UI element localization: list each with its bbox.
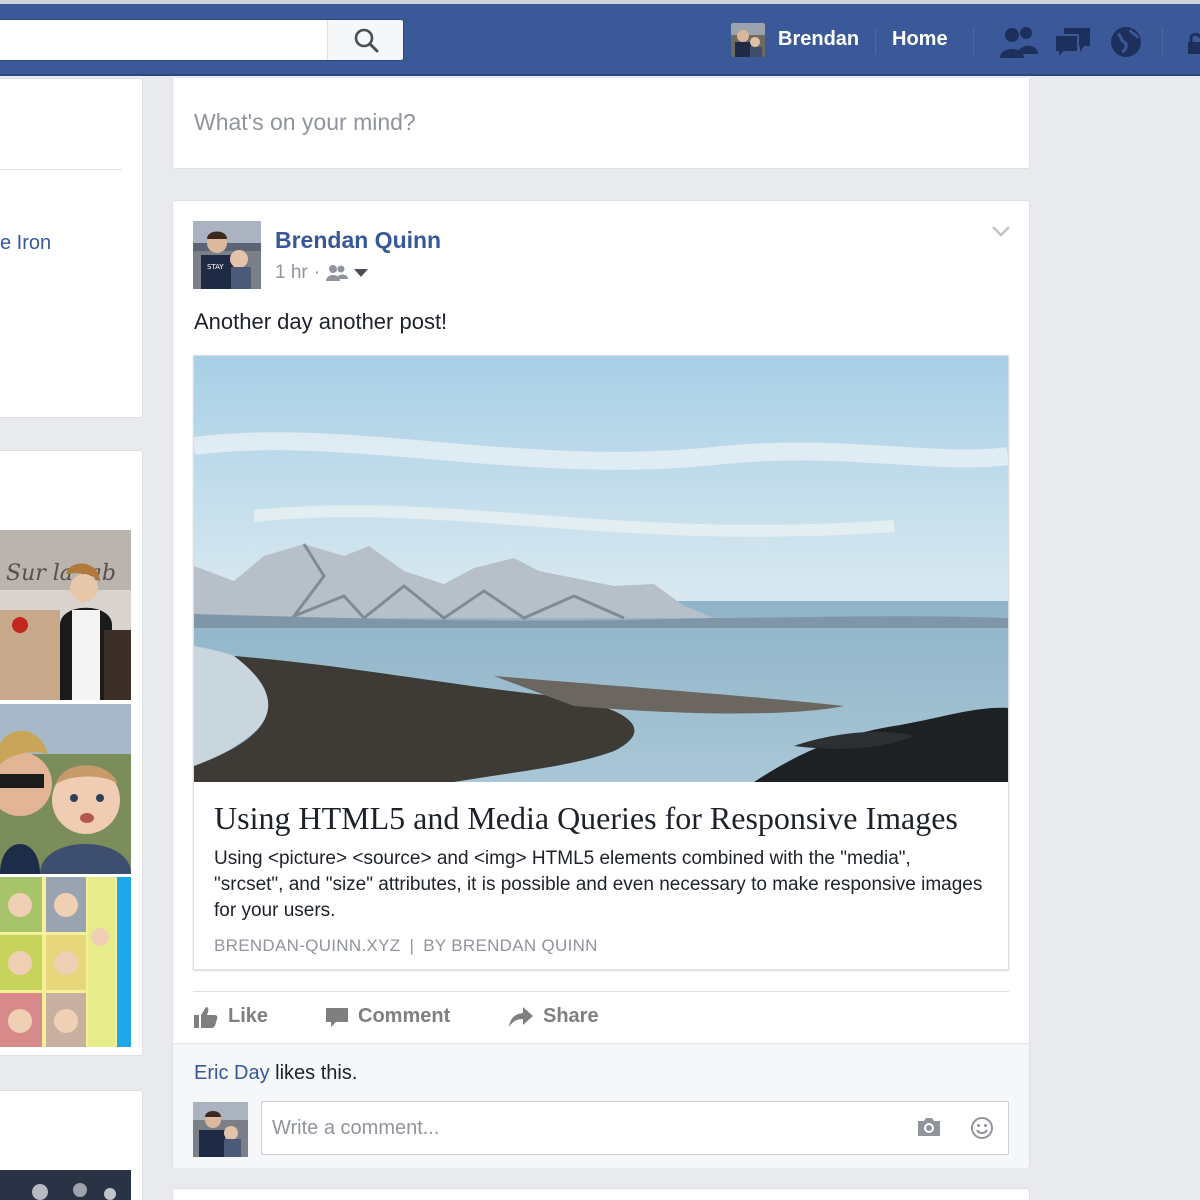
search-icon xyxy=(354,28,378,53)
thumbs-up-icon xyxy=(194,1006,218,1028)
chevron-down-icon[interactable] xyxy=(991,225,1011,239)
photo-thumbnail[interactable] xyxy=(0,1170,131,1200)
link-description: Using <picture> <source> and <img> HTML5… xyxy=(214,848,983,921)
photo-thumbnail[interactable] xyxy=(0,704,131,874)
shared-link-card[interactable]: Using HTML5 and Media Queries for Respon… xyxy=(193,355,1009,970)
nav-home-link[interactable]: Home xyxy=(892,28,948,51)
link-byline: BY BRENDAN QUINN xyxy=(423,936,598,955)
left-card-link[interactable]: e Iron xyxy=(0,232,51,255)
share-label: Share xyxy=(543,1005,599,1027)
likes-suffix: likes this. xyxy=(269,1062,358,1084)
post-meta: 1 hr · xyxy=(275,262,369,284)
post-message: Another day another post! xyxy=(194,309,448,334)
photo-thumbnail[interactable] xyxy=(0,877,131,1047)
emoji-icon[interactable] xyxy=(970,1116,994,1140)
nav-avatar[interactable] xyxy=(731,23,765,57)
comment-bubble-icon xyxy=(326,1007,348,1027)
search-input[interactable] xyxy=(0,20,326,60)
audience-dropdown-icon[interactable] xyxy=(354,268,369,278)
post-feedback-area: Eric Day likes this. xyxy=(173,1043,1029,1168)
nav-separator xyxy=(973,28,974,54)
feed-post: STAY Brendan Quinn 1 hr · Another day an… xyxy=(172,200,1030,1168)
search-button[interactable] xyxy=(327,20,403,60)
liker-name-link[interactable]: Eric Day xyxy=(194,1062,270,1084)
comment-input[interactable] xyxy=(262,1102,902,1154)
comment-composer xyxy=(261,1101,1009,1155)
camera-icon[interactable] xyxy=(916,1116,942,1138)
link-source: BRENDAN-QUINN.XYZ | BY BRENDAN QUINN xyxy=(214,936,598,956)
likes-summary: Eric Day likes this. xyxy=(194,1062,357,1085)
link-title[interactable]: Using HTML5 and Media Queries for Respon… xyxy=(214,800,958,837)
nav-separator xyxy=(875,28,876,54)
post-author-avatar[interactable]: STAY xyxy=(193,221,261,289)
nav-separator xyxy=(1162,28,1163,54)
audience-friends-icon[interactable] xyxy=(326,264,349,282)
top-navigation-bar: Brendan Home xyxy=(0,0,1200,76)
messages-icon[interactable] xyxy=(1052,24,1094,60)
left-card-divider xyxy=(0,169,122,170)
link-domain: BRENDAN-QUINN.XYZ xyxy=(214,936,401,955)
status-composer[interactable]: What's on your mind? xyxy=(172,78,1030,169)
notifications-globe-icon[interactable] xyxy=(1108,24,1144,60)
comment-button[interactable]: Comment xyxy=(326,1005,450,1028)
nav-profile-link[interactable]: Brendan xyxy=(778,28,859,51)
comment-label: Comment xyxy=(358,1005,451,1027)
link-domain-separator: | xyxy=(409,936,415,955)
svg-text:STAY: STAY xyxy=(207,263,224,271)
link-preview-image[interactable] xyxy=(194,356,1008,782)
like-label: Like xyxy=(228,1005,269,1027)
share-arrow-icon xyxy=(509,1006,533,1027)
next-feed-post xyxy=(172,1188,1030,1200)
post-timestamp[interactable]: 1 hr xyxy=(275,262,308,284)
like-button[interactable]: Like xyxy=(194,1005,268,1028)
friend-requests-icon[interactable] xyxy=(998,24,1040,60)
search-bar xyxy=(0,19,404,61)
share-button[interactable]: Share xyxy=(509,1005,599,1028)
meta-separator: · xyxy=(313,262,321,283)
actions-divider xyxy=(193,991,1009,992)
photo-thumbnail[interactable]: Sur la tab xyxy=(0,530,131,700)
post-author-name[interactable]: Brendan Quinn xyxy=(275,227,441,254)
svg-text:Sur la tab: Sur la tab xyxy=(6,561,116,586)
privacy-lock-icon[interactable] xyxy=(1186,24,1200,60)
commenter-avatar xyxy=(193,1102,248,1157)
composer-placeholder[interactable]: What's on your mind? xyxy=(194,109,416,136)
